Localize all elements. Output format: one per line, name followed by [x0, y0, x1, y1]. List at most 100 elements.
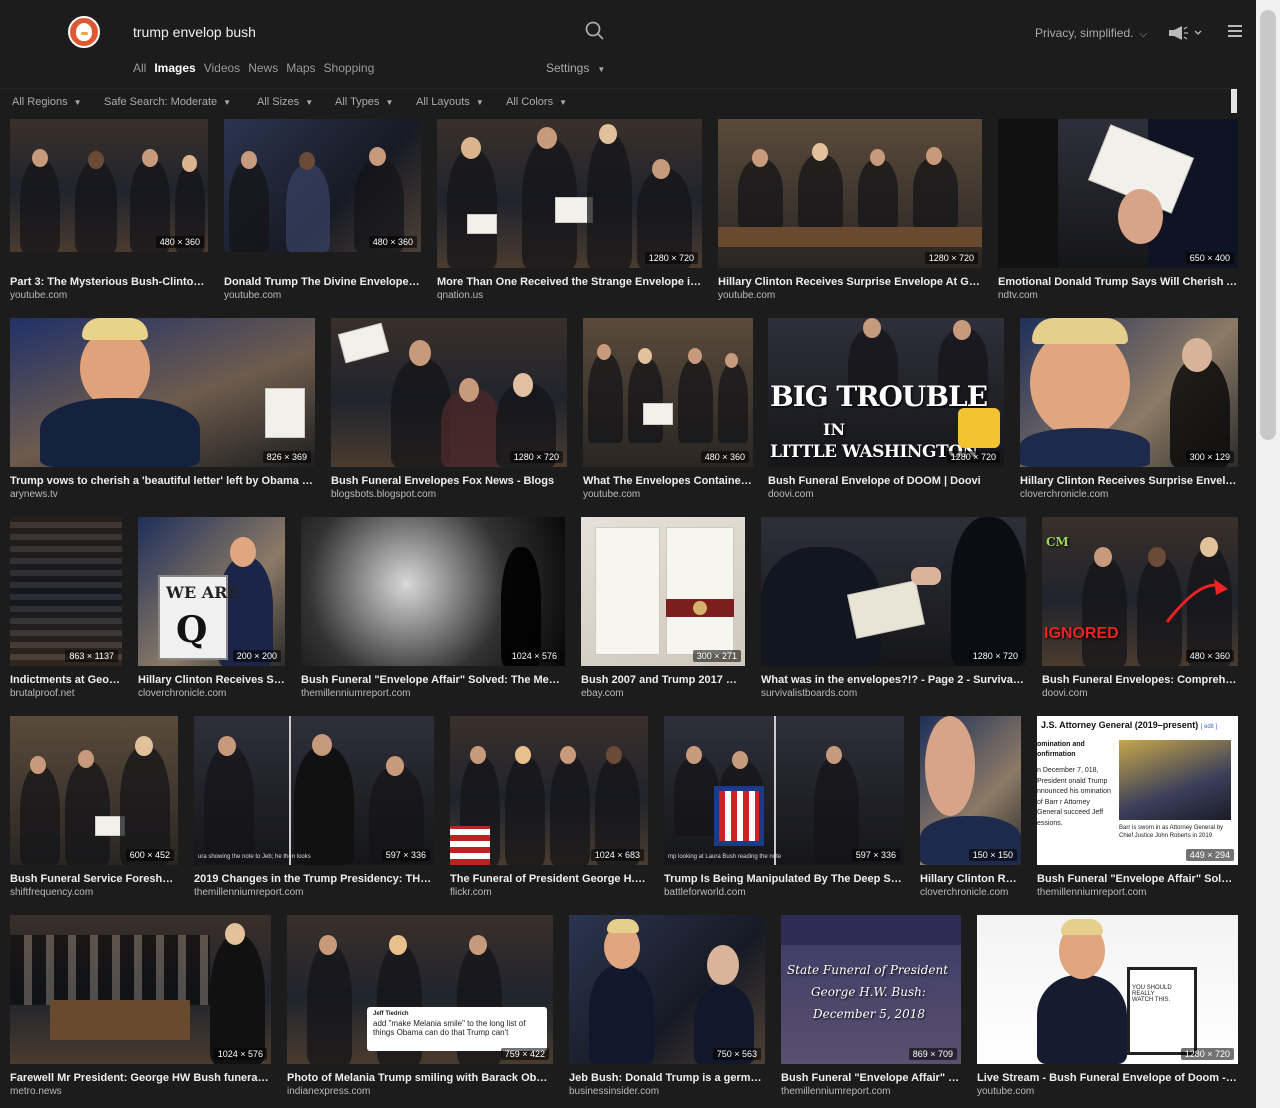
result-thumbnail[interactable]: mp looking at Laura Bush reading the not…: [664, 716, 904, 865]
result-thumbnail[interactable]: J.S. Attorney General (2019–present) [ e…: [1037, 716, 1238, 865]
image-result[interactable]: 1280 × 720 What was in the envelopes?!? …: [761, 517, 1026, 707]
result-title[interactable]: Photo of Melania Trump smiling with Bara…: [287, 1072, 553, 1084]
result-title[interactable]: Hillary Clinton Rec...: [920, 873, 1021, 885]
result-thumbnail[interactable]: 480 × 360: [583, 318, 753, 467]
result-thumbnail[interactable]: 750 × 563: [569, 915, 765, 1064]
result-title[interactable]: 2019 Changes in the Trump Presidency: TH…: [194, 873, 434, 885]
result-source[interactable]: youtube.com: [977, 1086, 1034, 1097]
result-source[interactable]: youtube.com: [10, 290, 67, 301]
result-thumbnail[interactable]: 150 × 150: [920, 716, 1021, 865]
tab-images[interactable]: Images: [154, 61, 195, 75]
image-result[interactable]: 300 × 271 Bush 2007 and Trump 2017 Wh...…: [581, 517, 745, 707]
result-title[interactable]: Jeb Bush: Donald Trump is a germoph...: [569, 1072, 765, 1084]
result-title[interactable]: Trump vows to cherish a 'beautiful lette…: [10, 475, 315, 487]
result-thumbnail[interactable]: 1280 × 720: [761, 517, 1026, 666]
result-source[interactable]: metro.news: [10, 1086, 62, 1097]
result-thumbnail[interactable]: 1024 × 683: [450, 716, 648, 865]
image-result[interactable]: 480 × 360 Donald Trump The Divine Envelo…: [224, 119, 421, 309]
image-result[interactable]: 1280 × 720 More Than One Received the St…: [437, 119, 702, 309]
menu-icon[interactable]: [1228, 25, 1242, 37]
result-source[interactable]: doovi.com: [1042, 688, 1088, 699]
result-thumbnail[interactable]: CM IGNORED 480 × 360: [1042, 517, 1238, 666]
privacy-dropdown[interactable]: Privacy, simplified. ⌵: [1035, 26, 1147, 40]
result-title[interactable]: Hillary Clinton Receives Sur...: [138, 674, 285, 686]
scrollbar-thumb[interactable]: [1260, 10, 1276, 440]
result-thumbnail[interactable]: 1280 × 720: [331, 318, 567, 467]
image-result[interactable]: 480 × 360 Part 3: The Mysterious Bush-Cl…: [10, 119, 208, 309]
image-result[interactable]: YOU SHOULD REALLY WATCH THIS. 1280 × 720…: [977, 915, 1238, 1105]
result-source[interactable]: ndtv.com: [998, 290, 1038, 301]
image-result[interactable]: WE ARE Q 200 × 200 Hillary Clinton Recei…: [138, 517, 285, 707]
image-result[interactable]: 150 × 150 Hillary Clinton Rec... cloverc…: [920, 716, 1021, 906]
result-title[interactable]: Bush Funeral "Envelope Affair" Sol...: [781, 1072, 961, 1084]
result-title[interactable]: What was in the envelopes?!? - Page 2 - …: [761, 674, 1026, 686]
image-result[interactable]: 1280 × 720 Hillary Clinton Receives Surp…: [718, 119, 982, 309]
result-source[interactable]: cloverchronicle.com: [1020, 489, 1108, 500]
result-title[interactable]: Bush Funeral Envelope of DOOM | Doovi: [768, 475, 1004, 487]
result-title[interactable]: Farewell Mr President: George HW Bush fu…: [10, 1072, 271, 1084]
tab-shopping[interactable]: Shopping: [324, 61, 375, 75]
result-source[interactable]: blogsbots.blogspot.com: [331, 489, 436, 500]
result-source[interactable]: cloverchronicle.com: [920, 887, 1008, 898]
result-source[interactable]: themillenniumreport.com: [194, 887, 304, 898]
result-source[interactable]: youtube.com: [718, 290, 775, 301]
result-title[interactable]: Bush Funeral Envelopes: Comprehens...: [1042, 674, 1238, 686]
result-thumbnail[interactable]: State Funeral of President George H.W. B…: [781, 915, 961, 1064]
result-title[interactable]: What The Envelopes Contained (...: [583, 475, 753, 487]
result-thumbnail[interactable]: WE ARE Q 200 × 200: [138, 517, 285, 666]
result-source[interactable]: themillenniumreport.com: [781, 1086, 891, 1097]
megaphone-icon[interactable]: [1166, 24, 1206, 42]
result-thumbnail[interactable]: 1024 × 576: [10, 915, 271, 1064]
result-title[interactable]: Bush 2007 and Trump 2017 Wh...: [581, 674, 745, 686]
tab-all[interactable]: All: [133, 61, 146, 75]
result-title[interactable]: Trump Is Being Manipulated By The Deep S…: [664, 873, 904, 885]
result-thumbnail[interactable]: 826 × 369: [10, 318, 315, 467]
result-source[interactable]: youtube.com: [583, 489, 640, 500]
image-result[interactable]: 1024 × 576 Bush Funeral "Envelope Affair…: [301, 517, 565, 707]
result-thumbnail[interactable]: 480 × 360: [224, 119, 421, 252]
image-result[interactable]: CM IGNORED 480 × 360 Bush Funeral Envelo…: [1042, 517, 1238, 707]
result-source[interactable]: survivalistboards.com: [761, 688, 857, 699]
result-thumbnail[interactable]: ura showing the note to Jeb; he then loo…: [194, 716, 434, 865]
result-thumbnail[interactable]: 300 × 271: [581, 517, 745, 666]
result-title[interactable]: Bush Funeral Envelopes Fox News - Blogs: [331, 475, 567, 487]
search-icon[interactable]: [584, 20, 606, 42]
result-title[interactable]: More Than One Received the Strange Envel…: [437, 276, 702, 288]
result-source[interactable]: cloverchronicle.com: [138, 688, 226, 699]
filter-regions[interactable]: All Regions ▼: [12, 96, 82, 108]
result-source[interactable]: themillenniumreport.com: [1037, 887, 1147, 898]
image-result[interactable]: State Funeral of President George H.W. B…: [781, 915, 961, 1105]
result-source[interactable]: shiftfrequency.com: [10, 887, 93, 898]
result-source[interactable]: doovi.com: [768, 489, 814, 500]
result-title[interactable]: Part 3: The Mysterious Bush-Clinton-O...: [10, 276, 208, 288]
result-thumbnail[interactable]: 1024 × 576: [301, 517, 565, 666]
filter-safe-search[interactable]: Safe Search: Moderate ▼: [104, 96, 231, 108]
filter-sizes[interactable]: All Sizes ▼: [257, 96, 313, 108]
result-source[interactable]: ebay.com: [581, 688, 624, 699]
result-thumbnail[interactable]: 1280 × 720: [437, 119, 702, 268]
result-source[interactable]: youtube.com: [224, 290, 281, 301]
result-source[interactable]: themillenniumreport.com: [301, 688, 411, 699]
result-thumbnail[interactable]: 480 × 360: [10, 119, 208, 252]
result-thumbnail[interactable]: 650 × 400: [998, 119, 1238, 268]
image-result[interactable]: 1024 × 576 Farewell Mr President: George…: [10, 915, 271, 1105]
image-result[interactable]: 600 × 452 Bush Funeral Service Foreshado…: [10, 716, 178, 906]
image-result[interactable]: ura showing the note to Jeb; he then loo…: [194, 716, 434, 906]
result-title[interactable]: Hillary Clinton Receives Surprise Envelo…: [718, 276, 982, 288]
settings-dropdown[interactable]: Settings ▼: [546, 61, 605, 75]
result-thumbnail[interactable]: Jeff Tiedrich add "make Melania smile" t…: [287, 915, 553, 1064]
result-thumbnail[interactable]: 1280 × 720: [718, 119, 982, 268]
result-source[interactable]: flickr.com: [450, 887, 492, 898]
result-thumbnail[interactable]: YOU SHOULD REALLY WATCH THIS. 1280 × 720: [977, 915, 1238, 1064]
result-title[interactable]: Bush Funeral "Envelope Affair" Solved: T…: [301, 674, 565, 686]
duckduckgo-logo[interactable]: [68, 16, 100, 48]
result-source[interactable]: arynews.tv: [10, 489, 58, 500]
result-title[interactable]: Live Stream - Bush Funeral Envelope of D…: [977, 1072, 1238, 1084]
result-source[interactable]: battleforworld.com: [664, 887, 746, 898]
image-result[interactable]: 863 × 1137 Indictments at Georg... bruta…: [10, 517, 122, 707]
result-title[interactable]: Indictments at Georg...: [10, 674, 122, 686]
result-thumbnail[interactable]: 300 × 129: [1020, 318, 1238, 467]
search-input[interactable]: [120, 14, 610, 50]
filter-types[interactable]: All Types ▼: [335, 96, 393, 108]
tab-news[interactable]: News: [248, 61, 278, 75]
